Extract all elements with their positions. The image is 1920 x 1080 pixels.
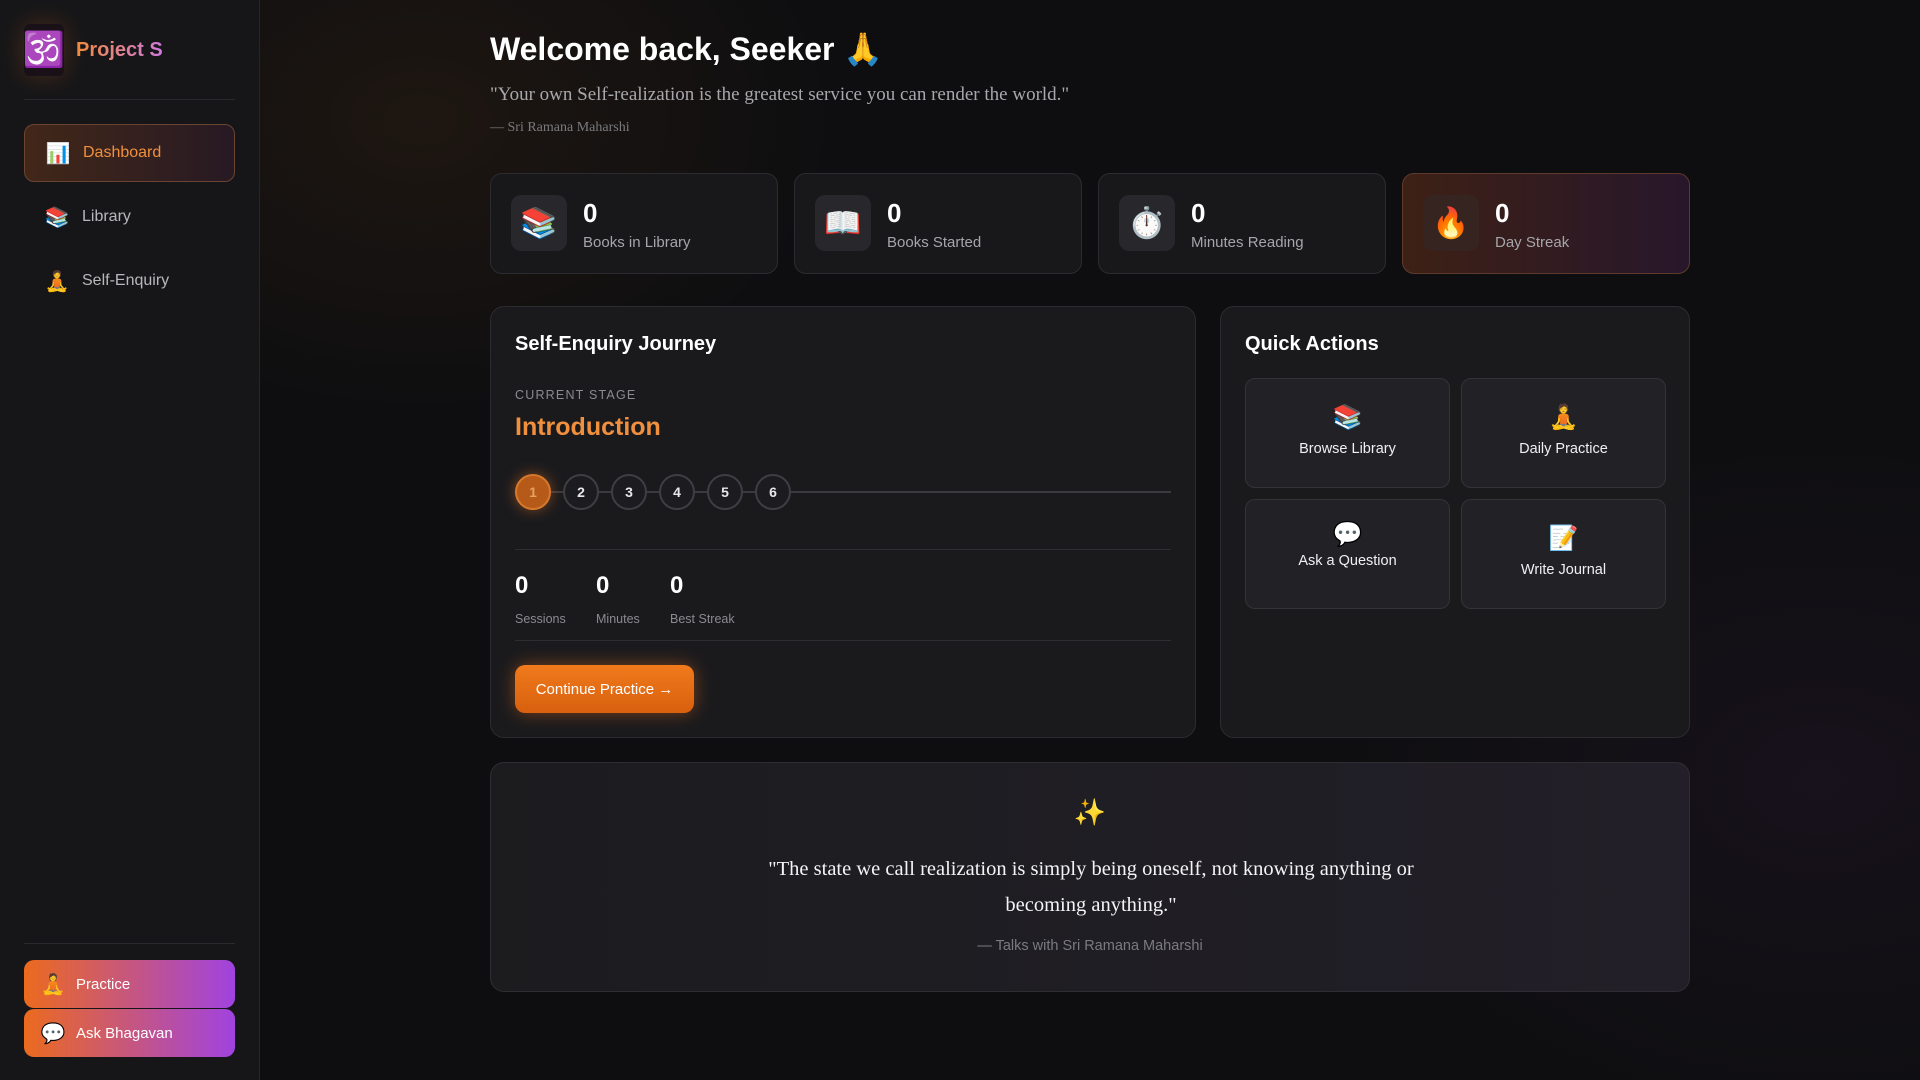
stat-label: Books in Library	[583, 234, 691, 251]
journey-title: Self-Enquiry Journey	[515, 333, 717, 355]
brand[interactable]: 🕉️ Project S	[23, 24, 234, 76]
metric-label: Best Streak	[670, 612, 735, 626]
ask-bhagavan-button[interactable]: 💬 Ask Bhagavan	[24, 1009, 235, 1057]
metric-sessions: 0 Sessions	[515, 572, 566, 626]
books-icon: 📚	[511, 195, 567, 251]
header-quote: "Your own Self-realization is the greate…	[490, 84, 1070, 105]
quick-action-label: Daily Practice	[1519, 441, 1608, 457]
stat-value: 0	[1191, 198, 1206, 228]
metric-best-streak: 0 Best Streak	[670, 572, 735, 626]
speech-bubble-icon: 💬	[40, 1022, 66, 1045]
metric-value: 0	[515, 572, 529, 599]
step-3[interactable]: 3	[611, 474, 647, 510]
speech-bubble-icon: 💬	[1332, 521, 1363, 548]
stage-caption: CURRENT STAGE	[515, 388, 637, 402]
step-1[interactable]: 1	[515, 474, 551, 510]
step-4[interactable]: 4	[659, 474, 695, 510]
brand-name: Project S	[76, 38, 163, 61]
journey-panel: Self-Enquiry Journey CURRENT STAGE Intro…	[490, 306, 1196, 738]
sidebar-item-label: Dashboard	[83, 144, 162, 161]
stat-card-books-started: 📖 0 Books Started	[794, 173, 1082, 274]
featured-quote-author: — Talks with Sri Ramana Maharshi	[977, 938, 1203, 954]
sidebar-divider-bottom	[24, 943, 235, 944]
books-icon: 📚	[1332, 404, 1363, 431]
sidebar: 🕉️ Project S 📊 Dashboard 📚 Library 🧘 Sel…	[0, 0, 260, 1080]
quick-actions-title: Quick Actions	[1245, 333, 1379, 355]
sidebar-item-dashboard[interactable]: 📊 Dashboard	[24, 124, 235, 182]
ask-question-button[interactable]: 💬 Ask a Question	[1245, 499, 1450, 609]
sidebar-item-library[interactable]: 📚 Library	[24, 188, 235, 246]
step-2[interactable]: 2	[563, 474, 599, 510]
om-logo-icon: 🕉️	[23, 24, 65, 76]
stat-label: Minutes Reading	[1191, 234, 1304, 251]
sidebar-divider-top	[24, 99, 235, 100]
stat-value: 0	[583, 198, 598, 228]
metric-value: 0	[596, 572, 610, 599]
ask-bhagavan-button-label: Ask Bhagavan	[76, 1024, 173, 1042]
daily-practice-button[interactable]: 🧘 Daily Practice	[1461, 378, 1666, 488]
quick-action-label: Write Journal	[1520, 562, 1607, 578]
sidebar-item-label: Self-Enquiry	[82, 272, 170, 289]
quick-action-label: Ask a Question	[1298, 553, 1397, 569]
stat-card-minutes-reading: ⏱️ 0 Minutes Reading	[1098, 173, 1386, 274]
quick-actions-panel: Quick Actions 📚 Browse Library 🧘 Daily P…	[1220, 306, 1690, 738]
fire-icon: 🔥	[1423, 195, 1479, 251]
metric-minutes: 0 Minutes	[596, 572, 640, 626]
stat-value: 0	[887, 198, 902, 228]
metric-label: Minutes	[596, 612, 640, 626]
header-quote-author: — Sri Ramana Maharshi	[490, 120, 630, 135]
browse-library-button[interactable]: 📚 Browse Library	[1245, 378, 1450, 488]
stat-value: 0	[1495, 198, 1510, 228]
practice-button-label: Practice	[76, 975, 131, 993]
write-journal-button[interactable]: 📝 Write Journal	[1461, 499, 1666, 609]
sparkles-icon: ✨	[1073, 797, 1107, 827]
meditation-icon: 🧘	[1548, 404, 1579, 431]
stat-card-day-streak: 🔥 0 Day Streak	[1402, 173, 1690, 274]
meditation-icon: 🧘	[44, 270, 70, 293]
practice-button[interactable]: 🧘 Practice	[24, 960, 235, 1008]
meditation-icon: 🧘	[40, 973, 66, 996]
open-book-icon: 📖	[815, 195, 871, 251]
page-title: Welcome back, Seeker 🙏	[490, 31, 884, 67]
step-6[interactable]: 6	[755, 474, 791, 510]
sidebar-item-self-enquiry[interactable]: 🧘 Self-Enquiry	[24, 252, 235, 310]
featured-quote-text: "The state we call realization is simply…	[768, 858, 1414, 916]
stopwatch-icon: ⏱️	[1119, 195, 1175, 251]
metric-value: 0	[670, 572, 684, 599]
memo-icon: 📝	[1548, 525, 1579, 552]
stat-label: Day Streak	[1495, 234, 1570, 251]
divider	[515, 640, 1171, 641]
quick-action-label: Browse Library	[1299, 441, 1396, 457]
stage-name: Introduction	[515, 413, 661, 441]
stat-label: Books Started	[887, 234, 982, 251]
continue-practice-button[interactable]: Continue Practice →	[515, 665, 694, 713]
books-icon: 📚	[44, 206, 70, 229]
bar-chart-icon: 📊	[45, 142, 71, 165]
sidebar-item-label: Library	[82, 208, 131, 225]
featured-quote-panel: ✨ "The state we call realization is simp…	[490, 762, 1690, 992]
metric-label: Sessions	[515, 612, 566, 626]
divider	[515, 549, 1171, 550]
stat-card-books-in-library: 📚 0 Books in Library	[490, 173, 778, 274]
step-5[interactable]: 5	[707, 474, 743, 510]
